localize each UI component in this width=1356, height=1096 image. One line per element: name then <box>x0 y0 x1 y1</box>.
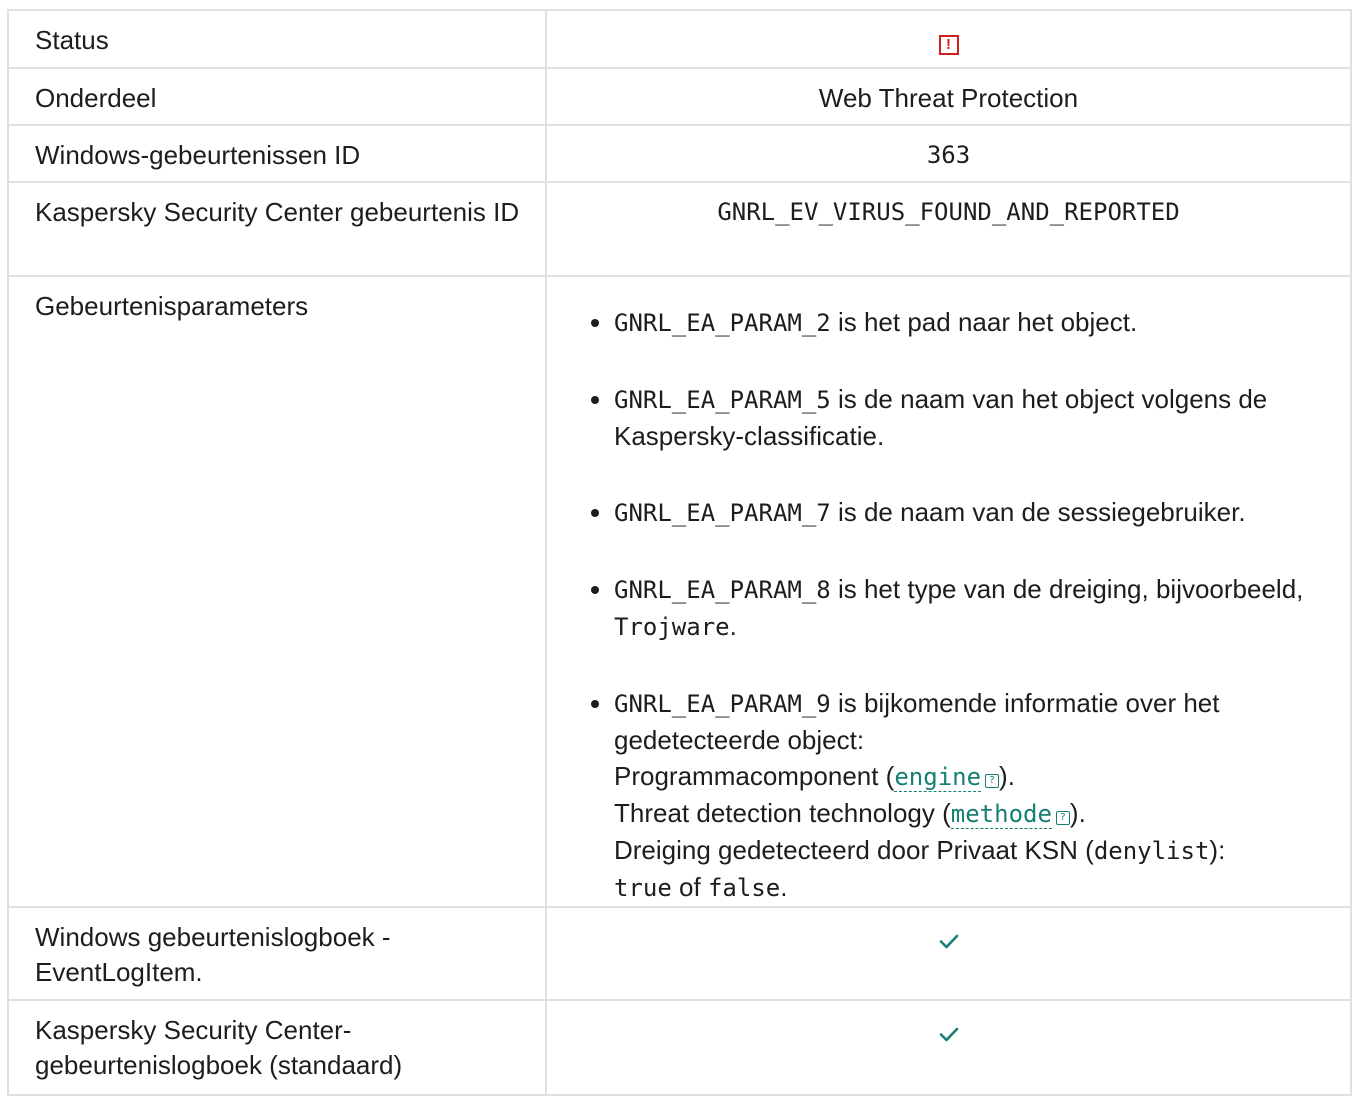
param-code: GNRL_EA_PARAM_2 <box>614 309 831 337</box>
or-text: of <box>671 872 708 902</box>
ksc-log-row: Kaspersky Security Center-gebeurtenislog… <box>7 999 1352 1096</box>
ksc-log-cell <box>545 999 1352 1096</box>
false-code: false <box>707 874 781 902</box>
ksc-log-label: Kaspersky Security Center-gebeurtenislog… <box>7 999 547 1096</box>
param-text: is het type van de dreiging, bijvoorbeel… <box>830 574 1304 604</box>
help-icon[interactable]: ? <box>985 774 1000 788</box>
event-log-row: Windows gebeurtenislogboek - EventLogIte… <box>7 906 1352 1001</box>
check-icon <box>938 926 960 961</box>
param-text: is de naam van de sessiegebruiker. <box>830 497 1246 527</box>
denylist-prefix: Dreiging gedetecteerd door Privaat KSN ( <box>614 835 1094 865</box>
component-label: Onderdeel <box>7 67 547 126</box>
param-item: GNRL_EA_PARAM_2 is het pad naar het obje… <box>614 304 1330 341</box>
final-period: . <box>780 872 788 902</box>
param-example: Trojware <box>614 613 730 641</box>
method-prefix: Threat detection technology ( <box>614 798 951 828</box>
error-icon: ! <box>938 35 959 55</box>
param-item: GNRL_EA_PARAM_8 is het type van de dreig… <box>614 571 1330 645</box>
event-log-label: Windows gebeurtenislogboek - EventLogIte… <box>7 906 547 1001</box>
component-value: Web Threat Protection <box>545 67 1352 126</box>
component-row: Onderdeel Web Threat Protection <box>7 67 1352 126</box>
engine-link[interactable]: engine <box>894 763 982 792</box>
param-end: . <box>729 611 737 641</box>
params-cell: GNRL_EA_PARAM_2 is het pad naar het obje… <box>545 275 1352 908</box>
ksc-id-value: GNRL_EV_VIRUS_FOUND_AND_REPORTED <box>545 181 1352 277</box>
status-row: Status ! <box>7 9 1352 69</box>
engine-suffix: ). <box>999 761 1015 791</box>
ksc-id-label: Kaspersky Security Center gebeurtenis ID <box>7 181 547 277</box>
params-label: Gebeurtenisparameters <box>7 275 547 908</box>
params-row: Gebeurtenisparameters GNRL_EA_PARAM_2 is… <box>7 275 1352 908</box>
windows-id-row: Windows-gebeurtenissen ID 363 <box>7 124 1352 183</box>
denylist-suffix: ): <box>1209 835 1226 865</box>
method-link[interactable]: methode <box>950 800 1052 829</box>
windows-id-label: Windows-gebeurtenissen ID <box>7 124 547 183</box>
check-icon <box>938 1019 960 1054</box>
param-text: is het pad naar het object. <box>830 307 1138 337</box>
status-label: Status <box>7 9 547 69</box>
denylist-code: denylist <box>1093 837 1210 865</box>
event-details-table: Status ! Onderdeel Web Threat Protection… <box>7 9 1352 1096</box>
param-item: GNRL_EA_PARAM_9 is bijkomende informatie… <box>614 685 1330 906</box>
param-code: GNRL_EA_PARAM_5 <box>614 386 831 414</box>
param-item: GNRL_EA_PARAM_5 is de naam van het objec… <box>614 381 1330 454</box>
event-log-cell <box>545 906 1352 1001</box>
engine-prefix: Programmacomponent ( <box>614 761 895 791</box>
true-code: true <box>614 874 672 902</box>
param-code: GNRL_EA_PARAM_9 <box>614 690 831 718</box>
status-cell: ! <box>545 9 1352 69</box>
method-suffix: ). <box>1069 798 1086 828</box>
params-list: GNRL_EA_PARAM_2 is het pad naar het obje… <box>581 304 1330 906</box>
windows-id-value: 363 <box>545 124 1352 183</box>
param-code: GNRL_EA_PARAM_8 <box>614 576 831 604</box>
param-code: GNRL_EA_PARAM_7 <box>614 499 831 527</box>
ksc-id-row: Kaspersky Security Center gebeurtenis ID… <box>7 181 1352 277</box>
param-item: GNRL_EA_PARAM_7 is de naam van de sessie… <box>614 494 1330 531</box>
help-icon[interactable]: ? <box>1055 811 1070 825</box>
